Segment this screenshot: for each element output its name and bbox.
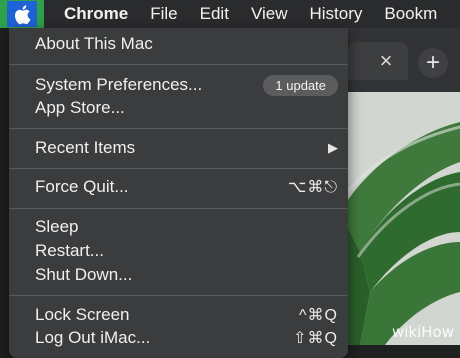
tab-close-icon[interactable]: × (374, 47, 398, 75)
menu-item-recent-items[interactable]: Recent Items ▶ (9, 136, 348, 160)
wikihow-watermark: wikiHow (391, 323, 454, 341)
menubar-edit[interactable]: Edit (189, 0, 240, 28)
menu-item-system-preferences[interactable]: System Preferences... 1 update (9, 73, 348, 97)
menu-item-shut-down[interactable]: Shut Down... (9, 263, 348, 287)
menu-item-label: App Store... (35, 98, 125, 117)
menu-item-label: Recent Items (35, 138, 136, 157)
menu-item-app-store[interactable]: App Store... (9, 96, 348, 120)
menu-separator (9, 128, 348, 129)
menu-item-label: Lock Screen (35, 305, 130, 324)
menu-item-sleep[interactable]: Sleep (9, 215, 348, 239)
leaf-image (340, 92, 460, 345)
menu-bar: Chrome File Edit View History Bookm (0, 0, 460, 28)
menu-item-label: About This Mac (35, 34, 153, 53)
menubar-file[interactable]: File (139, 0, 188, 28)
apple-menu: About This Mac System Preferences... 1 u… (9, 28, 348, 358)
menu-separator (9, 208, 348, 209)
menu-item-label: Force Quit... (35, 177, 129, 196)
apple-menu-highlight (7, 1, 37, 27)
menu-item-label: Restart... (35, 241, 104, 260)
menu-item-label: Log Out iMac... (35, 328, 151, 347)
menu-item-force-quit[interactable]: Force Quit... ⌥⌘⎋ (9, 175, 348, 199)
menubar-bookmarks[interactable]: Bookm (373, 0, 448, 28)
menubar-history[interactable]: History (298, 0, 373, 28)
menu-item-lock-screen[interactable]: Lock Screen ^⌘Q (9, 303, 348, 327)
apple-menu-button[interactable] (0, 0, 44, 28)
menubar-view[interactable]: View (240, 0, 299, 28)
menu-separator (9, 64, 348, 65)
menu-item-about-this-mac[interactable]: About This Mac (9, 32, 348, 56)
new-tab-button[interactable]: + (418, 48, 448, 78)
menubar-app-chrome[interactable]: Chrome (44, 0, 139, 28)
force-quit-shortcut: ⌥⌘⎋ (287, 179, 338, 196)
submenu-arrow-icon: ▶ (328, 140, 338, 155)
apple-icon (15, 4, 31, 24)
menu-separator (9, 295, 348, 296)
menu-item-log-out[interactable]: Log Out iMac... ⇧⌘Q (9, 326, 348, 350)
webpage-content (340, 92, 460, 345)
log-out-shortcut: ⇧⌘Q (293, 330, 338, 347)
lock-screen-shortcut: ^⌘Q (299, 307, 338, 324)
menu-item-label: Shut Down... (35, 265, 133, 284)
menu-item-label: Sleep (35, 217, 79, 236)
menu-item-label: System Preferences... (35, 75, 203, 94)
menu-item-restart[interactable]: Restart... (9, 239, 348, 263)
menu-separator (9, 168, 348, 169)
update-badge: 1 update (263, 74, 338, 96)
